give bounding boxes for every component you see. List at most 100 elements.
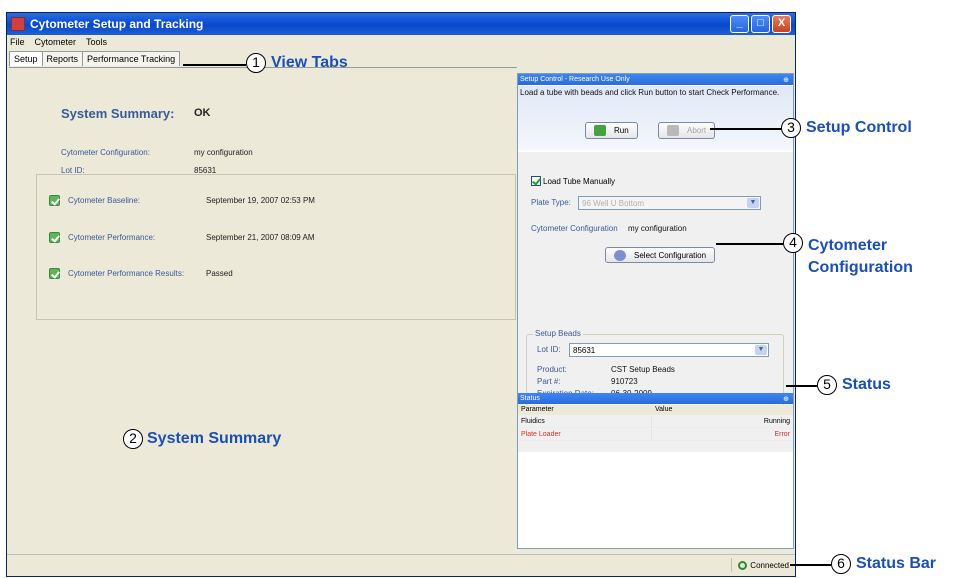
menu-cytometer[interactable]: Cytometer [35, 37, 77, 47]
callout-number-3: 3 [781, 118, 801, 138]
check-row-performance: Cytometer Performance: September 21, 200… [49, 232, 315, 243]
column-divider [651, 429, 652, 441]
config-value: my configuration [194, 148, 253, 157]
system-summary-pane: System Summary: OK Cytometer Configurati… [9, 67, 517, 551]
checkbox-checked-icon [531, 176, 541, 186]
setup-control-title: Setup Control - Research Use Only [520, 76, 630, 83]
select-configuration-button[interactable]: Select Configuration [605, 247, 716, 263]
status-param: Fluidics [521, 418, 545, 425]
setup-beads-title: Setup Beads [533, 329, 583, 338]
callout-line-3 [710, 128, 781, 130]
abort-button[interactable]: Abort [658, 122, 716, 139]
status-column-headers: Parameter Value [518, 405, 793, 415]
load-tube-checkbox[interactable]: Load Tube Manually [531, 176, 615, 186]
check-icon [49, 268, 60, 279]
callout-label-3: Setup Control [806, 119, 912, 136]
summary-title: System Summary: [61, 106, 175, 121]
callout-number-1: 1 [246, 53, 266, 73]
chevron-down-icon: ▼ [755, 345, 767, 355]
run-label: Run [614, 126, 629, 135]
connected-icon [738, 560, 748, 570]
callout-label-2: System Summary [147, 430, 282, 447]
window-controls: _ □ X [730, 15, 791, 33]
part-value: 910723 [611, 377, 638, 386]
callout-label-5: Status [842, 376, 891, 393]
play-icon [594, 125, 606, 136]
check-label: Cytometer Performance Results: [68, 269, 185, 278]
status-value: Running [763, 418, 790, 425]
check-label: Cytometer Performance: [68, 233, 156, 242]
chevron-down-icon: ▼ [747, 198, 759, 208]
status-param: Plate Loader [521, 431, 561, 438]
app-window: Cytometer Setup and Tracking _ □ X File … [6, 12, 796, 577]
tab-performance-tracking[interactable]: Performance Tracking [82, 51, 181, 66]
check-row-results: Cytometer Performance Results: Passed [49, 268, 233, 279]
minimize-button[interactable]: _ [730, 15, 749, 33]
plate-type-value: 96 Well U Bottom [582, 198, 645, 208]
setup-control-area: Load a tube with beads and click Run but… [518, 86, 793, 150]
part-label: Part #: [537, 377, 561, 386]
beads-lot-select[interactable]: 85631 ▼ [569, 343, 769, 357]
check-row-baseline: Cytometer Baseline: September 19, 2007 0… [49, 195, 315, 206]
config-gear-icon [614, 249, 626, 261]
callout-number-5: 5 [817, 375, 837, 395]
cytometer-config-label: Cytometer Configuration [531, 224, 618, 233]
plate-type-select[interactable]: 96 Well U Bottom ▼ [578, 196, 761, 210]
check-value: September 19, 2007 02:53 PM [206, 196, 315, 205]
tab-setup[interactable]: Setup [9, 51, 43, 66]
title-bar[interactable]: Cytometer Setup and Tracking _ □ X [7, 13, 795, 35]
check-label: Cytometer Baseline: [68, 196, 141, 205]
callout-number-2: 2 [123, 429, 143, 449]
col-value[interactable]: Value [655, 406, 672, 413]
callout-number-4: 4 [783, 233, 803, 253]
cytometer-config-value: my configuration [628, 224, 687, 233]
status-row-plate-loader: Plate Loader Error [518, 429, 793, 441]
abort-label: Abort [687, 126, 707, 135]
menu-file[interactable]: File [10, 37, 25, 47]
status-header: Status ⊕ [518, 393, 793, 404]
menu-bar: File Cytometer Tools [7, 35, 795, 49]
setup-control-header: Setup Control - Research Use Only ⊕ [518, 74, 793, 85]
check-icon [49, 195, 60, 206]
beads-lot-label: Lot ID: [537, 345, 561, 354]
product-label: Product: [537, 365, 567, 374]
callout-label-6: Status Bar [856, 555, 937, 572]
select-configuration-label: Select Configuration [634, 250, 707, 260]
window-title: Cytometer Setup and Tracking [30, 17, 204, 31]
check-value: Passed [206, 269, 233, 278]
summary-status: OK [194, 107, 211, 119]
load-tube-label: Load Tube Manually [543, 176, 616, 186]
stop-icon [667, 125, 679, 136]
callout-label-4: Cytometer Configuration [808, 237, 913, 276]
performance-checks-box: Cytometer Baseline: September 19, 2007 0… [36, 174, 516, 320]
callout-line-4 [716, 243, 783, 245]
setup-instructions: Load a tube with beads and click Run but… [520, 88, 780, 97]
column-divider [651, 416, 652, 428]
tab-reports[interactable]: Reports [41, 51, 84, 66]
check-value: September 21, 2007 08:09 AM [206, 233, 315, 242]
app-icon [11, 17, 25, 31]
callout-label-1: View Tabs [271, 54, 348, 71]
status-bar: Connected [7, 554, 795, 576]
callout-line-1 [183, 64, 246, 66]
beads-lot-value: 85631 [573, 345, 596, 355]
screenshot-stage: Cytometer Setup and Tracking _ □ X File … [0, 0, 959, 578]
setup-control-panel: Setup Control - Research Use Only ⊕ Load… [517, 73, 794, 549]
callout-line-5 [786, 385, 817, 387]
status-title: Status [520, 395, 540, 402]
callout-number-6: 6 [831, 554, 851, 574]
close-button[interactable]: X [772, 15, 791, 33]
col-parameter[interactable]: Parameter [521, 406, 554, 413]
config-label: Cytometer Configuration: [61, 148, 150, 157]
pin-icon[interactable]: ⊕ [783, 395, 789, 403]
check-icon [49, 232, 60, 243]
status-value: Error [774, 431, 790, 438]
status-row-fluidics: Fluidics Running [518, 416, 793, 428]
maximize-button[interactable]: □ [751, 15, 770, 33]
menu-tools[interactable]: Tools [86, 37, 107, 47]
view-tabs: Setup Reports Performance Tracking [9, 51, 181, 66]
pin-icon[interactable]: ⊕ [783, 76, 789, 84]
connection-label: Connected [750, 560, 789, 570]
plate-type-label: Plate Type: [531, 198, 571, 207]
run-button[interactable]: Run [585, 122, 638, 139]
